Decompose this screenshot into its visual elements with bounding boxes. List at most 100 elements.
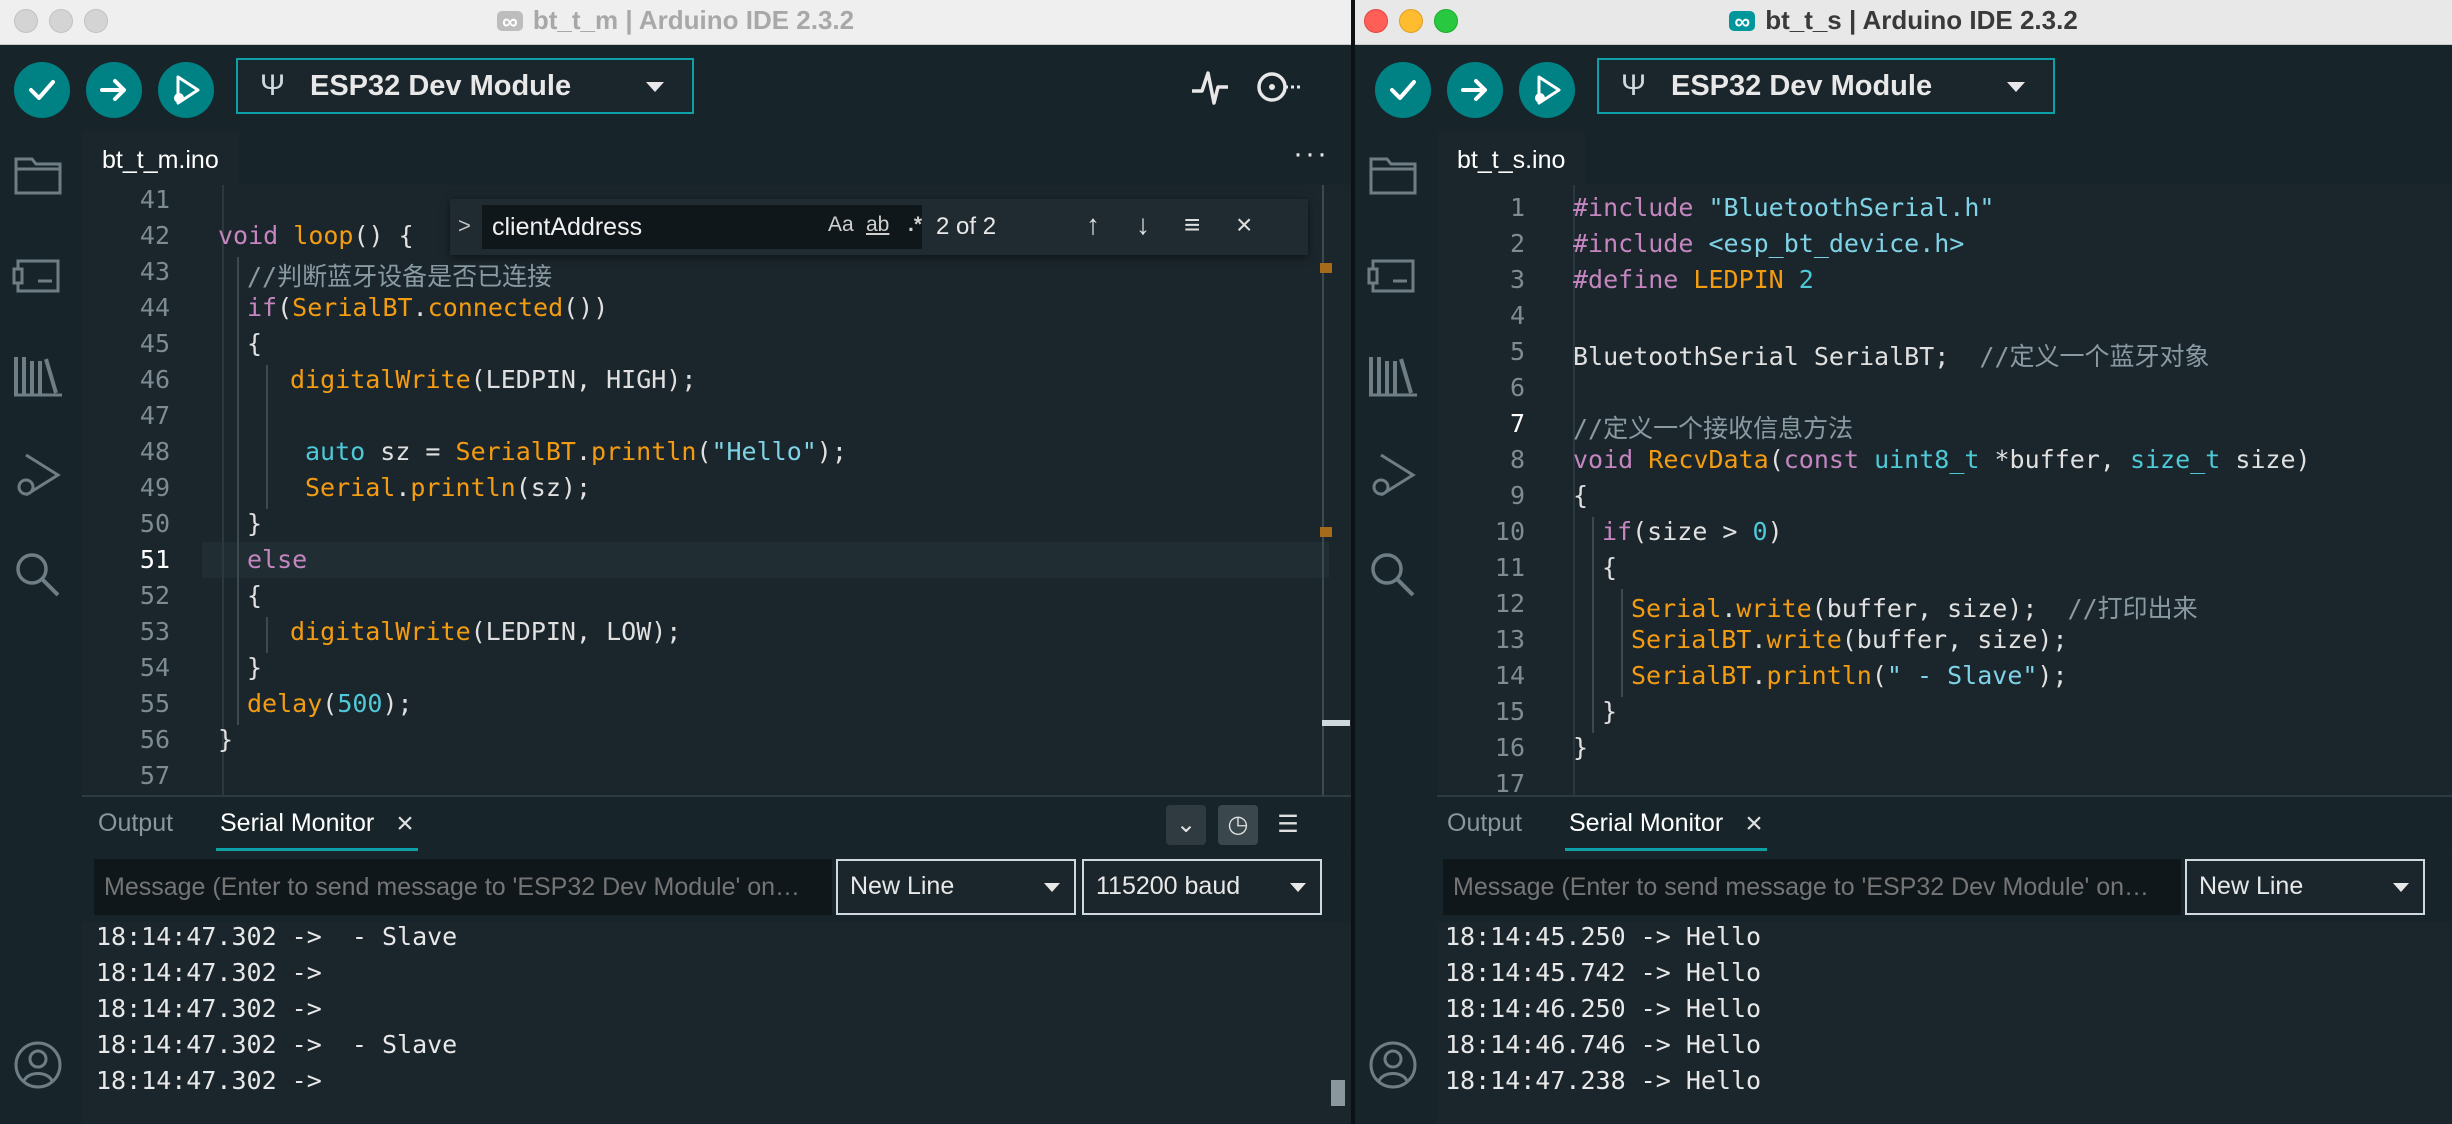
upload-icon	[1461, 79, 1487, 101]
line-number: 11	[1494, 553, 1525, 582]
board-selector[interactable]: Ψ ESP32 Dev Module	[1597, 58, 2055, 114]
line-number: 9	[1509, 481, 1525, 510]
usb-icon: Ψ	[260, 69, 286, 102]
line-number: 1	[1509, 193, 1525, 222]
tab-serial-monitor[interactable]: Serial Monitor ×	[1565, 797, 1767, 851]
match-case-toggle[interactable]: Aa	[828, 213, 854, 237]
more-actions-icon[interactable]: ···	[1293, 137, 1329, 171]
upload-button[interactable]	[1447, 62, 1503, 118]
line-ending-select[interactable]: New Line	[836, 859, 1076, 915]
line-number-current: 7	[1509, 409, 1525, 438]
message-row: New Line 115200 baud	[82, 852, 1351, 922]
folder-icon[interactable]	[12, 149, 64, 201]
line-number: 12	[1494, 589, 1525, 618]
bottom-panel: Output Serial Monitor × New Line 18:14:45…	[1437, 795, 2452, 1124]
message-input[interactable]	[94, 859, 832, 915]
board-manager-icon[interactable]	[1367, 249, 1419, 301]
chevron-down-icon	[2393, 883, 2409, 892]
title-bar: bt_t_m | Arduino IDE 2.3.2	[0, 0, 1351, 45]
baud-rate-select[interactable]: 115200 baud	[1082, 859, 1322, 915]
line-number: 41	[139, 185, 170, 214]
close-icon[interactable]: ×	[1745, 807, 1763, 840]
window-title-text: bt_t_m | Arduino IDE 2.3.2	[532, 5, 855, 35]
close-icon[interactable]: ×	[396, 807, 414, 840]
line-ending-select[interactable]: New Line	[2185, 859, 2425, 915]
account-icon[interactable]	[1367, 1039, 1419, 1091]
toolbar: Ψ ESP32 Dev Module	[1355, 45, 2452, 131]
message-input[interactable]	[1443, 859, 2181, 915]
debug-button[interactable]	[158, 62, 214, 118]
right-ide-window: bt_t_s | Arduino IDE 2.3.2 Ψ ESP32 Dev M…	[1355, 0, 2452, 1124]
line-number: 47	[139, 401, 170, 430]
upload-icon	[100, 79, 126, 101]
folder-icon[interactable]	[1367, 149, 1419, 201]
line-number-current: 51	[139, 545, 170, 574]
find-match-marker	[1320, 263, 1332, 273]
code-line: if(size > 0)	[1602, 517, 1783, 546]
tab-serial-monitor-label: Serial Monitor	[1569, 809, 1724, 837]
line-number: 4	[1509, 301, 1525, 330]
fold-gutter	[222, 185, 224, 795]
code-line: SerialBT.write(buffer, size);	[1631, 625, 2068, 654]
file-tab[interactable]: bt_t_s.ino	[1437, 131, 1586, 185]
whole-word-toggle[interactable]: ab	[866, 213, 889, 237]
line-number: 15	[1494, 697, 1525, 726]
line-number: 44	[139, 293, 170, 322]
find-match-marker	[1320, 527, 1332, 537]
search-icon[interactable]	[1367, 549, 1419, 601]
board-manager-icon[interactable]	[12, 249, 64, 301]
activity-sidebar	[1355, 131, 1437, 1124]
verify-icon	[29, 80, 55, 100]
board-selector[interactable]: Ψ ESP32 Dev Module	[236, 58, 694, 114]
editor-tab-bar: bt_t_m.ino ···	[82, 131, 1351, 185]
chevron-down-icon	[646, 82, 664, 92]
serial-output[interactable]: 18:14:45.250 -> Hello 18:14:45.742 -> He…	[1437, 922, 2452, 1124]
chevron-right-icon[interactable]: >	[458, 213, 471, 239]
debug-button[interactable]	[1519, 62, 1575, 118]
serial-plotter-button[interactable]	[1190, 65, 1230, 114]
timestamp-icon[interactable]: ◷	[1218, 805, 1258, 845]
upload-button[interactable]	[86, 62, 142, 118]
window-title: bt_t_m | Arduino IDE 2.3.2	[0, 0, 1351, 44]
clear-output-icon[interactable]: ☰	[1268, 805, 1308, 845]
debug-sidebar-icon[interactable]	[1367, 449, 1419, 501]
regex-toggle[interactable]: .*	[908, 213, 922, 237]
next-match-icon[interactable]: ↓	[1136, 209, 1150, 241]
autoscroll-icon[interactable]: ⌄	[1166, 805, 1206, 845]
code-line: }	[1602, 697, 1618, 726]
account-icon[interactable]	[12, 1039, 64, 1091]
library-icon[interactable]	[12, 349, 64, 401]
verify-icon	[1390, 80, 1416, 100]
tab-output[interactable]: Output	[1447, 797, 1522, 851]
library-icon[interactable]	[1367, 349, 1419, 401]
file-tab[interactable]: bt_t_m.ino	[82, 131, 239, 185]
output-scrollbar-thumb[interactable]	[1331, 1080, 1345, 1106]
debug-sidebar-icon[interactable]	[12, 449, 64, 501]
serial-line: 18:14:47.302 -> - Slave	[96, 1030, 458, 1059]
tab-serial-monitor[interactable]: Serial Monitor ×	[216, 797, 418, 851]
chevron-down-icon	[2007, 82, 2025, 92]
board-name: ESP32 Dev Module	[1671, 70, 1933, 102]
serial-plotter-icon	[1192, 71, 1228, 105]
tab-output[interactable]: Output	[98, 797, 173, 851]
search-icon[interactable]	[12, 549, 64, 601]
serial-line: 18:14:47.238 -> Hello	[1445, 1066, 1762, 1095]
code-editor[interactable]: 41 42 43 44 45 46 47 48 49 50 51 52 53 5…	[82, 185, 1351, 795]
verify-button[interactable]	[1375, 62, 1431, 118]
line-number: 54	[139, 653, 170, 682]
panel-tabs: Output Serial Monitor × ⌄ ◷ ☰	[82, 797, 1351, 851]
previous-match-icon[interactable]: ↑	[1086, 209, 1100, 241]
close-icon[interactable]: ×	[1236, 209, 1252, 241]
find-in-selection-icon[interactable]: ≡	[1184, 209, 1200, 241]
serial-output[interactable]: 18:14:47.302 -> - Slave 18:14:47.302 -> …	[82, 922, 1351, 1124]
line-number: 6	[1509, 373, 1525, 402]
line-number: 55	[139, 689, 170, 718]
line-number: 16	[1494, 733, 1525, 762]
find-input[interactable]	[482, 205, 922, 249]
editor-scrollbar-thumb[interactable]	[1322, 720, 1350, 726]
serial-monitor-button[interactable]	[1252, 65, 1302, 114]
code-editor[interactable]: 1 2 3 4 5 6 7 8 9 10 11 12 13 14 15 16 1…	[1437, 185, 2452, 795]
serial-line: 18:14:47.302 ->	[96, 994, 322, 1023]
verify-button[interactable]	[14, 62, 70, 118]
line-number: 46	[139, 365, 170, 394]
